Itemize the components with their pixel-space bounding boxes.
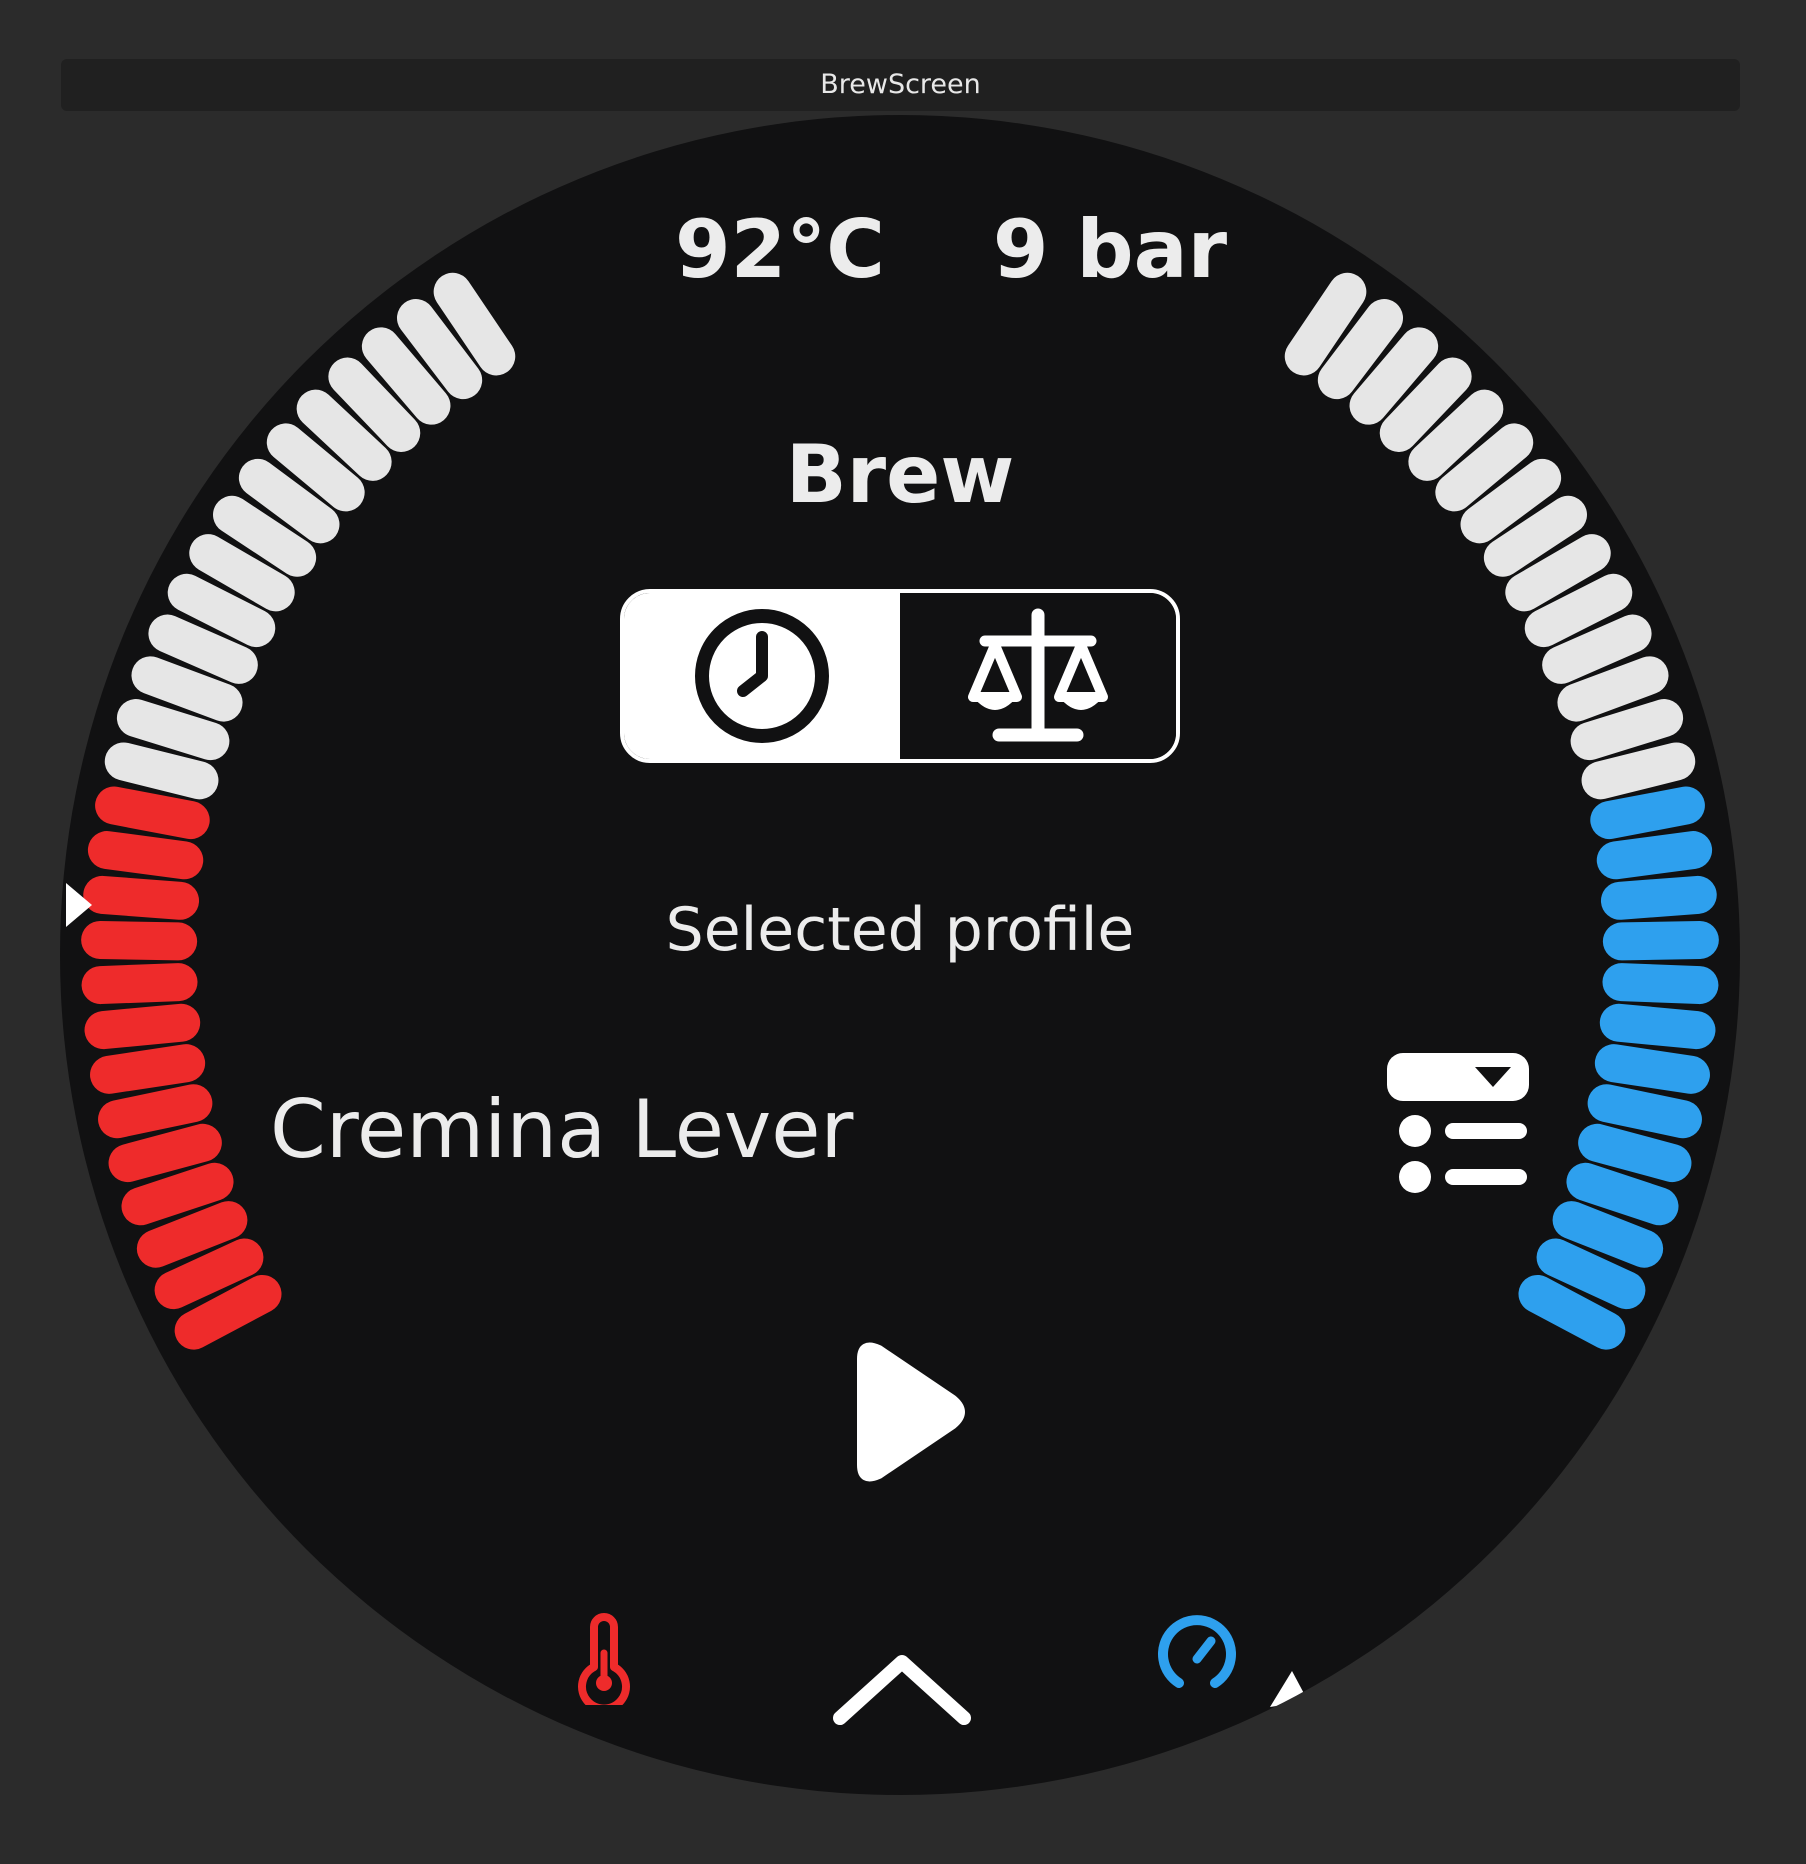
gauge-icon	[1158, 1615, 1236, 1688]
pressure-tick	[1600, 875, 1717, 920]
pressure-tick	[1596, 831, 1713, 880]
mode-time-option[interactable]	[624, 593, 900, 759]
pressure-tick	[1552, 1201, 1664, 1268]
pressure-tick	[1566, 1162, 1679, 1226]
mode-weight-option[interactable]	[900, 593, 1176, 759]
thermometer-icon	[578, 1613, 630, 1705]
play-icon[interactable]	[841, 1337, 971, 1487]
pressure-tick	[1602, 920, 1719, 961]
temperature-tick	[154, 1238, 264, 1310]
pressure-tick	[1578, 1123, 1692, 1183]
window-title: BrewScreen	[820, 69, 981, 100]
temperature-tick	[83, 875, 200, 920]
screen-title: Brew	[785, 428, 1015, 521]
clock-icon	[695, 609, 829, 743]
temperature-tick	[108, 1123, 222, 1183]
pressure-tick	[1518, 1274, 1626, 1350]
temperature-tick	[81, 920, 198, 961]
chevron-up-icon[interactable]	[830, 1650, 974, 1730]
temperature-tick	[90, 1044, 206, 1094]
temperature-tick	[84, 1003, 201, 1050]
temperature-tick	[148, 614, 258, 684]
temperature-tick	[81, 963, 198, 1005]
temperature-tick	[95, 786, 210, 840]
profile-caption: Selected profile	[665, 895, 1135, 965]
temperature-target-marker	[66, 883, 92, 927]
temperature-tick	[87, 831, 204, 880]
temperature-tick	[104, 742, 219, 800]
pressure-tick	[1542, 614, 1652, 684]
pressure-tick	[1524, 573, 1633, 648]
pressure-target-marker	[1270, 1671, 1308, 1707]
temperature-tick	[167, 573, 276, 648]
temperature-tick	[136, 1201, 248, 1268]
temperature-tick	[121, 1162, 234, 1226]
pressure-tick	[1536, 1238, 1646, 1310]
pressure-tick	[1594, 1044, 1710, 1094]
profile-list-icon[interactable]	[1385, 1053, 1531, 1197]
pressure-tick	[1587, 1084, 1702, 1139]
pressure-tick	[1599, 1003, 1716, 1050]
pressure-tick	[1557, 656, 1669, 722]
temperature-tick	[98, 1084, 213, 1139]
pressure-tick	[1590, 786, 1705, 840]
pressure-tick	[1602, 963, 1719, 1005]
temperature-tick	[174, 1274, 282, 1350]
temperature-readout: 92°C	[674, 203, 886, 296]
scale-icon	[968, 608, 1108, 742]
pressure-tick	[1570, 699, 1684, 761]
pressure-readout: 9 bar	[992, 203, 1228, 296]
profile-name[interactable]: Cremina Lever	[270, 1075, 853, 1185]
window-title-bar: BrewScreen	[61, 59, 1740, 111]
pressure-tick	[1581, 742, 1696, 800]
temperature-tick	[116, 699, 230, 761]
brew-dial: 92°C 9 bar Brew Selected profile Cremina…	[60, 115, 1740, 1795]
temperature-tick	[131, 656, 243, 722]
mode-toggle[interactable]	[620, 589, 1180, 763]
